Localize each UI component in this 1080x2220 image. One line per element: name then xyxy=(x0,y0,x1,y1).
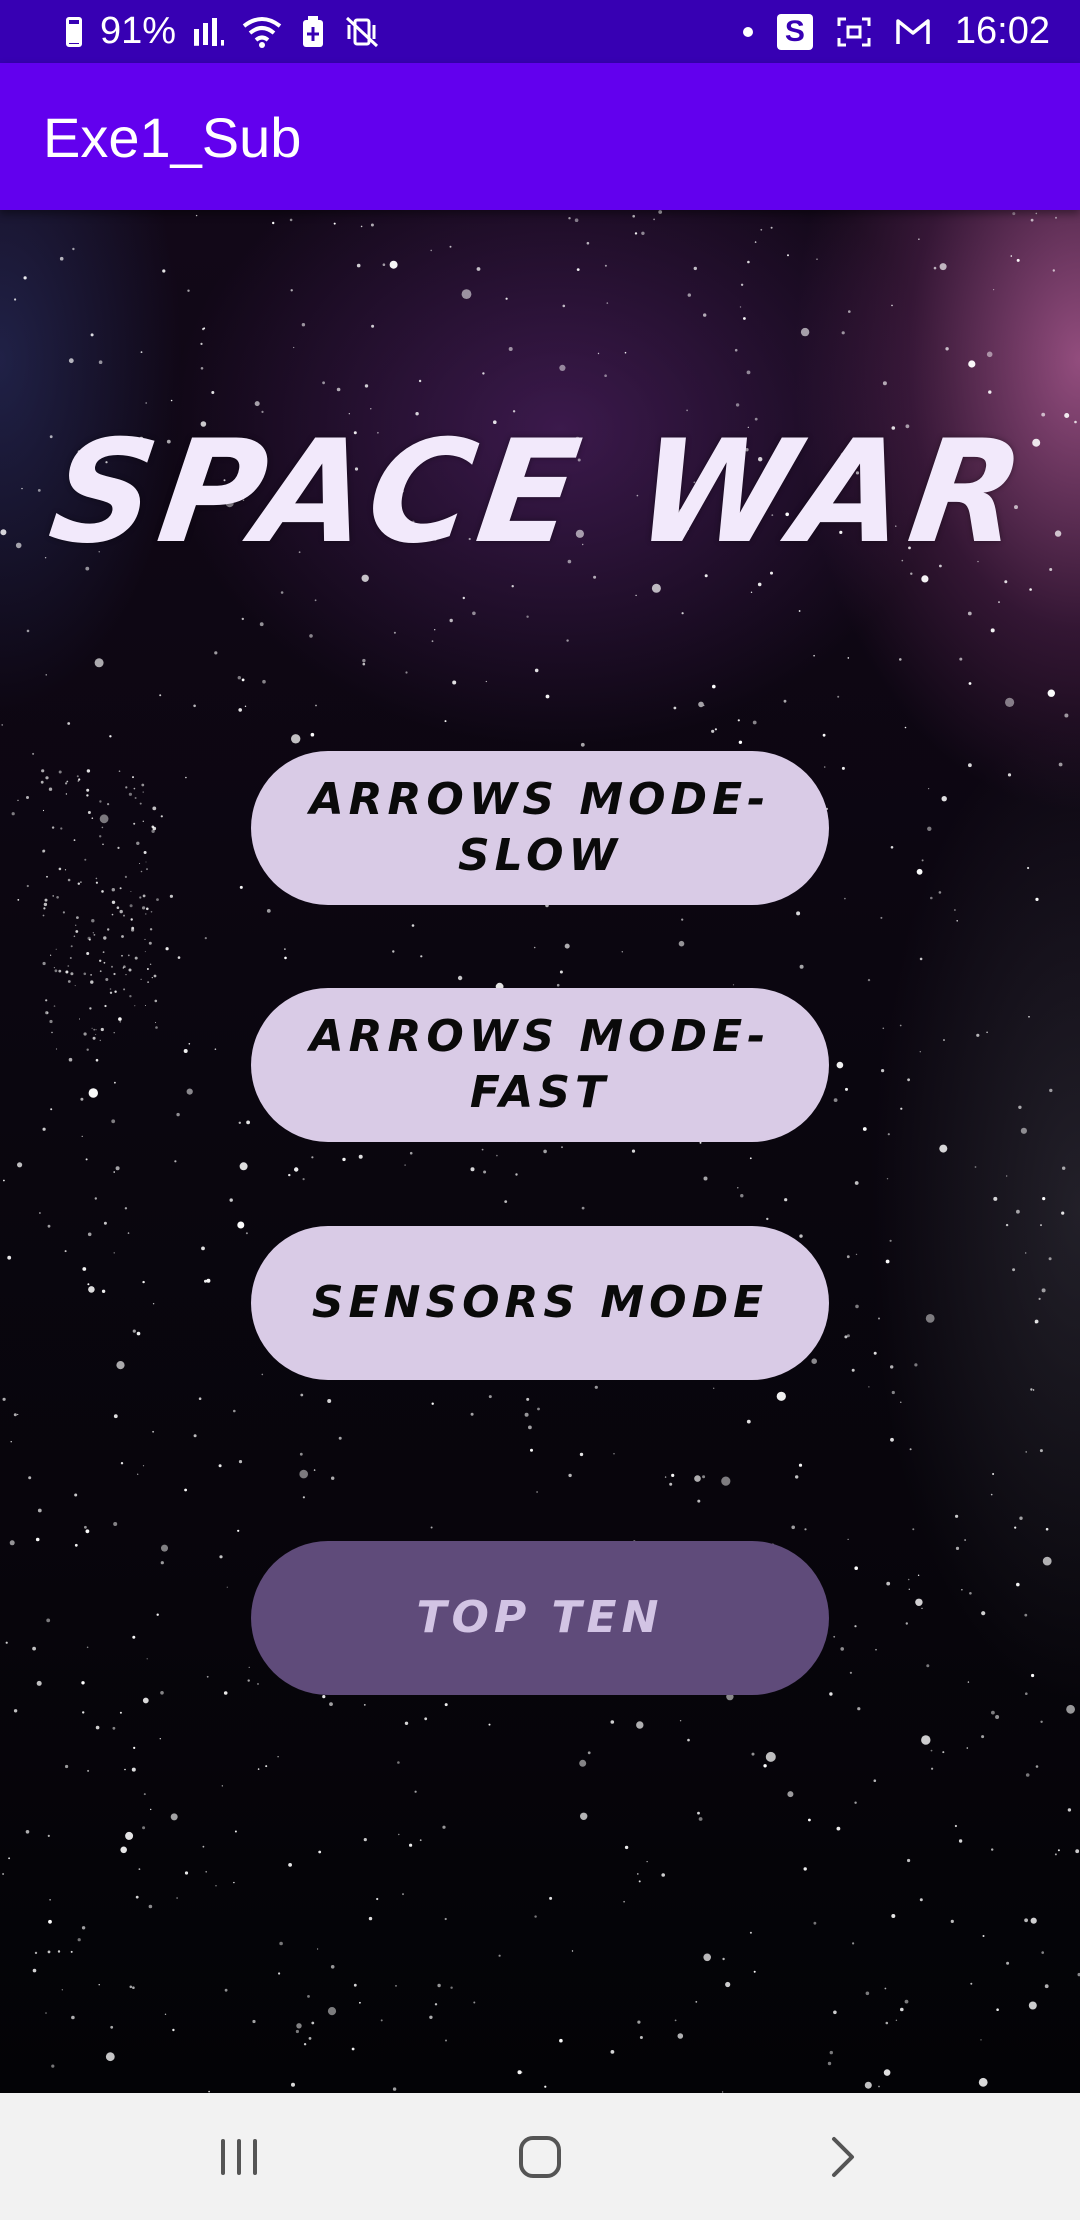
top-ten-button[interactable]: TOP TEN xyxy=(251,1541,829,1695)
battery-saver-icon xyxy=(303,15,324,47)
back-icon xyxy=(832,2136,854,2177)
status-bar: 91% S 16:02 xyxy=(0,0,1080,63)
gmail-icon xyxy=(896,18,930,44)
status-left-group: 91% xyxy=(66,10,380,53)
space-background: SPACE WAR ARROWS MODE- SLOW ARROWS MODE-… xyxy=(0,210,1080,2093)
sensors-mode-button[interactable]: SENSORS MODE xyxy=(251,1226,829,1380)
arrows-mode-slow-button[interactable]: ARROWS MODE- SLOW xyxy=(251,751,829,905)
screenshot-icon xyxy=(837,17,871,46)
app-screen: 91% S 16:02 Exe1_Sub SPACE WAR ARROWS MO… xyxy=(0,0,1080,2220)
wifi-icon xyxy=(242,16,282,48)
back-button[interactable] xyxy=(743,2093,943,2220)
recent-apps-button[interactable] xyxy=(139,2093,339,2220)
notification-dot-icon xyxy=(742,26,753,37)
battery-percent: 91% xyxy=(100,10,177,52)
vibrate-mute-icon xyxy=(346,16,379,47)
app-bar: Exe1_Sub xyxy=(0,63,1080,210)
home-icon xyxy=(519,2135,561,2178)
home-button[interactable] xyxy=(440,2093,640,2220)
arrows-mode-fast-button[interactable]: ARROWS MODE- FAST xyxy=(251,988,829,1142)
signal-icon xyxy=(194,17,225,46)
navigation-bar xyxy=(0,2093,1080,2220)
s-app-icon: S xyxy=(776,13,813,50)
status-right-group: S 16:02 xyxy=(742,10,1050,53)
app-title: Exe1_Sub xyxy=(43,106,302,169)
recent-apps-icon xyxy=(221,2138,257,2175)
game-title: SPACE WAR xyxy=(41,410,1039,575)
battery-charging-icon xyxy=(66,16,82,47)
status-time: 16:02 xyxy=(954,10,1050,52)
